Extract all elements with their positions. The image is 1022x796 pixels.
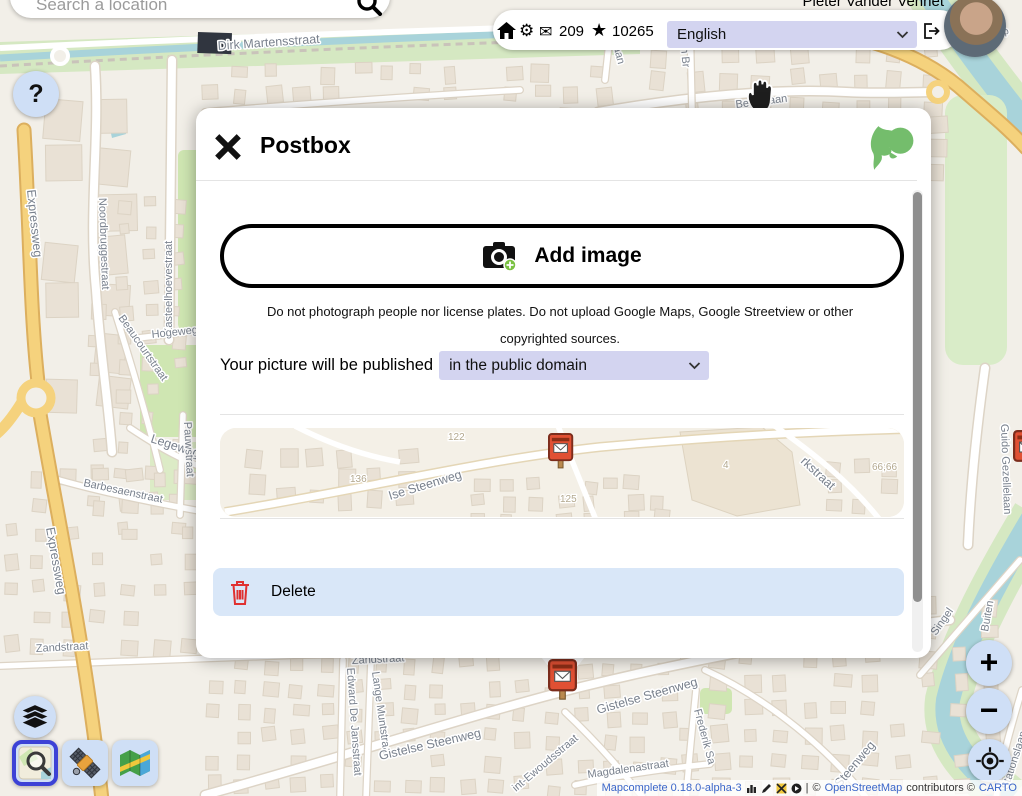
search-bar: [10, 0, 390, 18]
map-theme-icon: [117, 745, 153, 781]
geolocate-button[interactable]: [968, 739, 1011, 782]
license-selected-value: in the public domain: [449, 357, 587, 375]
postbox-marker[interactable]: [548, 659, 577, 700]
header-divider: [196, 180, 917, 181]
license-select[interactable]: in the public domain: [439, 351, 709, 380]
mapcomplete-logo-icon: [868, 124, 916, 172]
divider: [220, 518, 904, 519]
josm-icon[interactable]: [776, 783, 787, 794]
street-label: Kasteelhoevestraat: [163, 241, 175, 335]
mapcomplete-app: Dirk Martensstraat Expressweg Expressweg…: [0, 0, 1022, 796]
layers-icon: [21, 704, 49, 730]
star-icon: ★: [591, 20, 607, 41]
housenumber-label: 4: [723, 460, 729, 471]
trash-icon: [229, 579, 251, 606]
stars-count: 10265: [612, 23, 654, 40]
housenumber-label: 66;66: [872, 462, 897, 473]
feature-minimap[interactable]: 122 136 Ise Steenweg 125 4 rkstraat 66;6…: [220, 428, 904, 517]
attribution-middle: contributors ©: [906, 782, 975, 794]
search-input[interactable]: [36, 0, 336, 15]
zoom-out-button[interactable]: −: [966, 688, 1012, 734]
osm-theme-icon: [17, 745, 53, 781]
attribution-separator: |: [806, 782, 809, 794]
delete-button[interactable]: Delete: [213, 568, 904, 616]
zoom-in-label: +: [980, 646, 999, 678]
mail-icon[interactable]: ✉: [539, 22, 552, 42]
satellite-theme-icon: [67, 745, 103, 781]
language-select[interactable]: English: [667, 21, 917, 48]
help-button[interactable]: ?: [13, 71, 59, 117]
home-icon[interactable]: [497, 22, 516, 39]
geolocate-icon: [975, 746, 1005, 776]
language-selected-value: English: [677, 26, 726, 43]
search-icon[interactable]: [356, 0, 382, 16]
gear-icon[interactable]: ⚙: [519, 21, 534, 41]
zoom-in-button[interactable]: +: [966, 640, 1012, 686]
messages-count: 209: [559, 23, 584, 40]
help-label: ?: [28, 80, 43, 109]
username[interactable]: Pieter Vander Vennet: [694, 0, 944, 10]
dialog-title: Postbox: [260, 132, 351, 159]
carto-link[interactable]: CARTO: [979, 782, 1017, 794]
housenumber-label: 136: [350, 474, 367, 485]
theme-button-osm[interactable]: [12, 740, 58, 786]
chevron-down-icon: [688, 361, 701, 370]
logout-icon[interactable]: [922, 22, 940, 40]
osm-link[interactable]: OpenStreetMap: [825, 782, 903, 794]
postbox-dialog: Postbox Add image Do not photograph peop…: [196, 108, 931, 658]
chevron-down-icon: [896, 30, 909, 39]
layers-button[interactable]: [14, 696, 56, 738]
license-row: Your picture will be published in the pu…: [220, 351, 709, 380]
close-icon[interactable]: [214, 133, 242, 161]
housenumber-label: 122: [448, 432, 465, 443]
scrollbar-thumb[interactable]: [913, 192, 922, 602]
zoom-out-label: −: [980, 694, 999, 726]
divider: [220, 414, 904, 415]
add-image-label: Add image: [534, 244, 641, 268]
theme-button-map[interactable]: [112, 740, 158, 786]
theme-button-satellite[interactable]: [62, 740, 108, 786]
attribution-bar: Mapcomplete 0.18.0-alpha-3 | © OpenStree…: [597, 780, 1022, 796]
camera-icon: [482, 240, 520, 272]
add-image-button[interactable]: Add image: [220, 224, 904, 288]
image-upload-notice: Do not photograph people nor license pla…: [234, 298, 886, 352]
pencil-icon[interactable]: [761, 783, 772, 794]
delete-label: Delete: [271, 583, 316, 601]
copyright-symbol: ©: [812, 782, 820, 794]
license-prefix-label: Your picture will be published: [220, 356, 433, 375]
housenumber-label: 125: [560, 494, 577, 505]
dialog-scrollbar[interactable]: [912, 190, 923, 652]
statistics-icon[interactable]: [746, 783, 757, 794]
mapcomplete-version-link[interactable]: Mapcomplete 0.18.0-alpha-3: [602, 782, 742, 794]
license-icon[interactable]: [791, 783, 802, 794]
